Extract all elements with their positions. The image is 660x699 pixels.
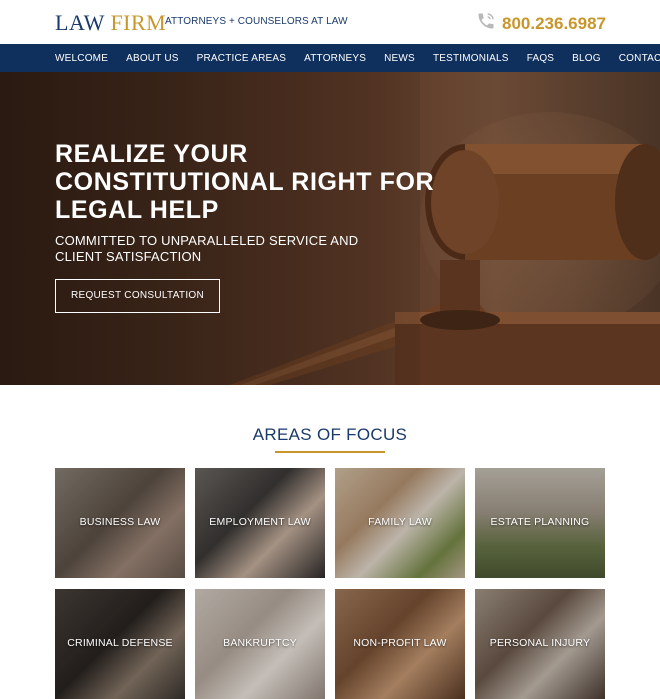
logo[interactable]: LAW FIRM	[55, 10, 166, 36]
tile-label: FAMILY LAW	[368, 516, 432, 528]
areas-title: AREAS OF FOCUS	[252, 425, 408, 444]
request-consultation-button[interactable]: REQUEST CONSULTATION	[55, 279, 220, 313]
tile-label: CRIMINAL DEFENSE	[67, 637, 173, 649]
nav-item-about-us[interactable]: ABOUT US	[126, 53, 179, 64]
tile-label: PERSONAL INJURY	[489, 637, 591, 649]
tile-label: BUSINESS LAW	[79, 516, 161, 528]
tile-personal-injury[interactable]: PERSONAL INJURY	[475, 589, 605, 699]
tile-label: BANKRUPTCY	[223, 637, 297, 649]
tile-estate-planning[interactable]: ESTATE PLANNING	[475, 468, 605, 578]
tile-family-law[interactable]: FAMILY LAW	[335, 468, 465, 578]
nav-item-attorneys[interactable]: ATTORNEYS	[304, 53, 366, 64]
tile-non-profit-law[interactable]: NON-PROFIT LAW	[335, 589, 465, 699]
tile-criminal-defense[interactable]: CRIMINAL DEFENSE	[55, 589, 185, 699]
hero-shade	[0, 72, 420, 385]
nav-item-contact-us[interactable]: CONTACT US	[619, 53, 660, 64]
areas-title-underline	[275, 451, 385, 453]
tagline: ATTORNEYS + COUNSELORS AT LAW	[165, 16, 348, 27]
nav-item-blog[interactable]: BLOG	[572, 53, 601, 64]
hero-headline: REALIZE YOUR CONSTITUTIONAL RIGHT FOR LE…	[55, 140, 435, 224]
logo-word-law: LAW	[55, 10, 105, 35]
site-header: LAW FIRM ATTORNEYS + COUNSELORS AT LAW 8…	[0, 0, 660, 44]
tile-label: NON-PROFIT LAW	[353, 637, 447, 649]
phone-number: 800.236.6987	[502, 13, 606, 33]
tile-employment-law[interactable]: EMPLOYMENT LAW	[195, 468, 325, 578]
nav-item-practice-areas[interactable]: PRACTICE AREAS	[197, 53, 287, 64]
tile-label: ESTATE PLANNING	[490, 516, 590, 528]
phone-icon	[476, 11, 496, 36]
main-nav: WELCOME ABOUT US PRACTICE AREAS ATTORNEY…	[0, 44, 660, 72]
phone-link[interactable]: 800.236.6987	[476, 11, 606, 36]
nav-item-news[interactable]: NEWS	[384, 53, 415, 64]
nav-item-faqs[interactable]: FAQS	[527, 53, 554, 64]
nav-item-welcome[interactable]: WELCOME	[55, 53, 108, 64]
tile-business-law[interactable]: BUSINESS LAW	[55, 468, 185, 578]
hero-banner: REALIZE YOUR CONSTITUTIONAL RIGHT FOR LE…	[0, 72, 660, 385]
nav-item-testimonials[interactable]: TESTIMONIALS	[433, 53, 509, 64]
tile-label: EMPLOYMENT LAW	[209, 516, 311, 528]
logo-word-firm: FIRM	[110, 10, 167, 35]
hero-subheadline: COMMITTED TO UNPARALLELED SERVICE AND CL…	[55, 233, 359, 264]
tile-bankruptcy[interactable]: BANKRUPTCY	[195, 589, 325, 699]
